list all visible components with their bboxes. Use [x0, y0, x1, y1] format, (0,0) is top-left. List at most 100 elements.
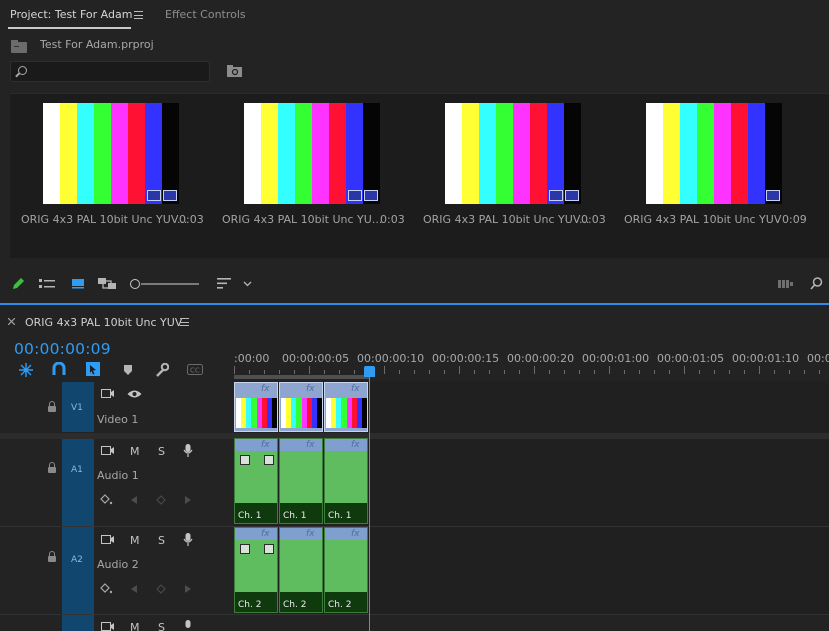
ruler-tick	[759, 366, 760, 374]
next-keyframe-icon[interactable]	[184, 584, 192, 594]
film-icon[interactable]	[101, 622, 115, 631]
solo-button[interactable]: S	[158, 621, 165, 631]
solo-button[interactable]: S	[158, 445, 165, 458]
menu-icon[interactable]	[180, 318, 189, 326]
film-icon[interactable]	[101, 535, 115, 545]
color-bar	[43, 103, 60, 204]
ruler-tick	[579, 370, 580, 374]
sort-icon[interactable]	[217, 278, 232, 289]
prev-keyframe-icon[interactable]	[130, 584, 138, 594]
color-bar	[128, 103, 145, 204]
source-patch-v1[interactable]: V1	[62, 382, 94, 432]
ruler-tick	[594, 370, 595, 374]
audio-clip[interactable]: fx Ch. 1	[279, 438, 323, 524]
ruler-tick	[249, 370, 250, 374]
color-bar	[111, 103, 128, 204]
clip-header	[235, 439, 277, 451]
ruler-label: 00:00:00:20	[507, 352, 575, 365]
ruler-tick	[564, 370, 565, 374]
ruler-tick	[609, 366, 610, 374]
clip-name: ORIG 4x3 PAL 10bit Unc YUV...	[21, 213, 188, 226]
channel-label: Ch. 2	[238, 600, 262, 610]
list-view-icon[interactable]	[39, 278, 56, 289]
audio-badge-icon	[163, 190, 177, 201]
channel-label: Ch. 2	[283, 600, 307, 610]
chevron-down-icon[interactable]	[243, 281, 252, 287]
video-clip[interactable]: fx	[234, 382, 278, 432]
clip-keyframe-icon	[264, 455, 274, 465]
color-bar	[646, 103, 663, 204]
waveform-area	[325, 451, 367, 503]
zoom-slider-knob[interactable]	[130, 279, 140, 289]
next-keyframe-icon[interactable]	[184, 495, 192, 505]
clip-thumbnail[interactable]	[244, 103, 380, 204]
mute-button[interactable]: M	[130, 445, 140, 458]
source-patch-a2[interactable]: A2	[62, 527, 94, 614]
audio-clip[interactable]: fx Ch. 1	[324, 438, 368, 524]
magnet-icon[interactable]	[52, 362, 66, 376]
clip-thumbnail[interactable]	[445, 103, 581, 204]
ruler-tick	[639, 370, 640, 374]
active-tab-indicator	[8, 27, 131, 29]
color-bar	[162, 103, 179, 204]
tab-project[interactable]: Project: Test For Adam	[10, 8, 132, 21]
freeform-view-icon[interactable]	[98, 278, 118, 290]
lock-icon[interactable]	[48, 462, 56, 473]
clip-thumbnail[interactable]	[43, 103, 179, 204]
video-clip[interactable]: fx	[279, 382, 323, 432]
color-bar	[530, 103, 547, 204]
automate-icon[interactable]	[778, 279, 794, 289]
menu-icon[interactable]	[134, 11, 143, 19]
audio-clip[interactable]: fx Ch. 2	[234, 527, 278, 613]
new-bin-icon[interactable]	[227, 65, 243, 77]
snap-icon[interactable]	[19, 363, 33, 377]
fx-badge: fx	[306, 384, 315, 394]
solo-button[interactable]: S	[158, 534, 165, 547]
add-keyframe-icon[interactable]	[156, 495, 166, 505]
mic-icon[interactable]	[183, 533, 193, 547]
film-icon[interactable]	[101, 389, 115, 399]
audio-clip[interactable]: fx Ch. 2	[324, 527, 368, 613]
color-bar	[363, 103, 380, 204]
close-icon[interactable]	[8, 318, 15, 325]
mic-icon[interactable]	[183, 444, 193, 458]
mute-button[interactable]: M	[130, 534, 140, 547]
lock-icon[interactable]	[48, 401, 56, 412]
tab-effect-controls[interactable]: Effect Controls	[165, 8, 246, 21]
prev-keyframe-icon[interactable]	[130, 495, 138, 505]
mute-button[interactable]: M	[130, 621, 140, 631]
wrench-icon[interactable]	[155, 363, 169, 377]
film-icon[interactable]	[101, 446, 115, 456]
pencil-icon[interactable]	[11, 277, 25, 291]
video-clip[interactable]: fx	[324, 382, 368, 432]
search-input[interactable]	[10, 61, 210, 82]
color-bar	[680, 103, 697, 204]
keyframe-icon[interactable]	[100, 494, 114, 506]
captions-icon[interactable]: CC	[187, 364, 204, 376]
waveform-area	[280, 451, 322, 503]
source-patch-a3[interactable]	[62, 615, 94, 631]
color-bar	[77, 103, 94, 204]
color-bar	[697, 103, 714, 204]
keyframe-icon[interactable]	[100, 583, 114, 595]
audio-clip[interactable]: fx Ch. 1	[234, 438, 278, 524]
clip-thumbnail[interactable]	[646, 103, 782, 204]
add-keyframe-icon[interactable]	[156, 584, 166, 594]
zoom-slider-track[interactable]	[141, 283, 199, 285]
fx-badge: fx	[351, 384, 360, 394]
find-icon[interactable]	[810, 277, 823, 290]
icon-view-icon[interactable]	[72, 278, 85, 289]
lock-icon[interactable]	[48, 551, 56, 562]
ruler-tick	[324, 370, 325, 374]
svg-text:CC: CC	[190, 367, 200, 375]
marker-icon[interactable]	[123, 364, 133, 376]
linked-selection-icon[interactable]	[86, 362, 101, 377]
audio-clip[interactable]: fx Ch. 2	[279, 527, 323, 613]
tab-sequence[interactable]: ORIG 4x3 PAL 10bit Unc YUV	[25, 316, 182, 329]
playhead-timecode[interactable]: 00:00:00:09	[14, 340, 111, 358]
work-area-bar[interactable]	[234, 375, 370, 379]
mic-icon[interactable]	[183, 620, 193, 631]
eye-icon[interactable]	[127, 389, 142, 399]
source-patch-a1[interactable]: A1	[62, 439, 94, 526]
ruler-tick	[444, 370, 445, 374]
